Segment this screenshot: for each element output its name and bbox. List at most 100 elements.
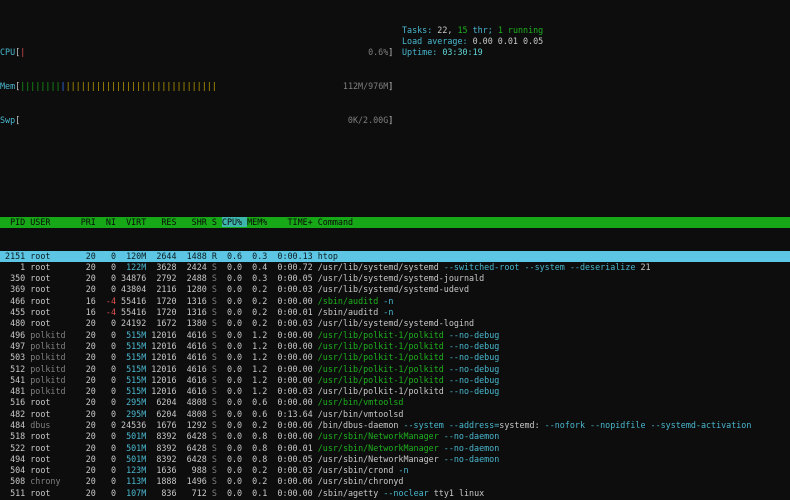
nice-cell: 0: [100, 442, 122, 453]
state-cell: S: [211, 386, 222, 397]
process-row[interactable]: 466 root 16 -4 55416 1720 1316 S 0.0 0.2…: [0, 296, 790, 307]
command-cell: /usr/lib/polkit-1/polkitd: [317, 374, 444, 385]
process-row[interactable]: 480 root 20 0 24192 1672 1380 S 0.0 0.2 …: [0, 318, 790, 329]
process-row[interactable]: 518 root 20 0 501M 8392 6428 S 0.0 0.8 0…: [0, 431, 790, 442]
res-cell: 6204: [151, 408, 182, 419]
process-row[interactable]: 496 polkitd 20 0 515M 12016 4616 S 0.0 1…: [0, 330, 790, 341]
pid-cell: 504: [0, 465, 31, 476]
res-cell: 2792: [151, 273, 182, 284]
column-header-s[interactable]: S: [212, 217, 222, 227]
process-row[interactable]: 504 root 20 0 123M 1636 988 S 0.0 0.2 0:…: [0, 465, 790, 476]
priority-cell: 20: [80, 476, 101, 487]
shr-cell: 988: [181, 465, 212, 476]
state-cell: S: [211, 453, 222, 464]
shr-cell: 1280: [181, 284, 212, 295]
command-cell: systemd:: [499, 419, 540, 430]
time-cell: 0:00.72: [272, 261, 318, 272]
shr-cell: 6428: [181, 453, 212, 464]
process-row[interactable]: 481 polkitd 20 0 515M 12016 4616 S 0.0 1…: [0, 386, 790, 397]
column-header-pri[interactable]: PRI: [81, 217, 101, 227]
mem-percent-cell: 0.2: [247, 307, 273, 318]
time-cell: 0:00.00: [272, 352, 318, 363]
res-cell: 6204: [151, 397, 182, 408]
cpu-meter-value: 0.6%: [25, 47, 389, 58]
process-row[interactable]: 455 root 16 -4 55416 1720 1316 S 0.0 0.2…: [0, 307, 790, 318]
column-header-mem[interactable]: MEM%: [247, 217, 272, 227]
process-row[interactable]: 2151 root 20 0 120M 2644 1488 R 0.6 0.3 …: [0, 250, 790, 262]
virt-cell: 295M: [121, 397, 152, 408]
command-cell: /sbin/auditd: [317, 307, 379, 318]
process-row[interactable]: 494 root 20 0 501M 8392 6428 S 0.0 0.8 0…: [0, 454, 790, 465]
column-header-command[interactable]: Command: [318, 217, 353, 227]
user-cell: root: [30, 273, 81, 284]
time-cell: 0:00.00: [272, 397, 318, 408]
process-row[interactable]: 369 root 20 0 43804 2116 1280 S 0.0 0.2 …: [0, 284, 790, 295]
user-cell: root: [30, 250, 81, 261]
column-header-cpu[interactable]: CPU%: [221, 216, 248, 227]
command-cell: --no-daemon: [438, 453, 500, 464]
command-cell: /usr/sbin/NetworkManager: [317, 442, 439, 453]
virt-cell: 120M: [121, 250, 152, 261]
cpu-percent-cell: 0.6: [221, 250, 248, 261]
process-row[interactable]: 1 root 20 0 122M 3628 2424 S 0.0 0.4 0:0…: [0, 262, 790, 273]
time-cell: 0:13.64: [272, 408, 318, 419]
priority-cell: 16: [80, 307, 101, 318]
res-cell: 12016: [151, 363, 182, 374]
time-cell: 0:00.00: [272, 329, 318, 340]
process-row[interactable]: 511 root 20 0 107M 836 712 S 0.0 0.1 0:0…: [0, 488, 790, 499]
process-row[interactable]: 503 polkitd 20 0 515M 12016 4616 S 0.0 1…: [0, 352, 790, 363]
mem-percent-cell: 1.2: [247, 363, 273, 374]
user-cell: polkitd: [30, 329, 81, 340]
res-cell: 12016: [151, 329, 182, 340]
process-row[interactable]: 350 root 20 0 34876 2792 2488 S 0.0 0.3 …: [0, 273, 790, 284]
process-row[interactable]: 516 root 20 0 295M 6204 4808 S 0.0 0.6 0…: [0, 397, 790, 408]
virt-cell: 515M: [121, 386, 152, 397]
process-row[interactable]: 541 polkitd 20 0 515M 12016 4616 S 0.0 1…: [0, 375, 790, 386]
user-cell: root: [30, 431, 81, 442]
column-header-res[interactable]: RES: [151, 217, 181, 227]
process-row[interactable]: 484 dbus 20 0 24536 1676 1292 S 0.0 0.2 …: [0, 420, 790, 431]
pid-cell: 482: [0, 408, 31, 419]
user-cell: polkitd: [30, 352, 81, 363]
cpu-percent-cell: 0.0: [221, 397, 248, 408]
res-cell: 1676: [151, 419, 182, 430]
virt-cell: 43804: [121, 284, 152, 295]
mem-percent-cell: 0.4: [247, 261, 273, 272]
pid-cell: 508: [0, 476, 31, 487]
user-cell: root: [30, 261, 81, 272]
priority-cell: 20: [80, 340, 101, 351]
user-cell: root: [30, 453, 81, 464]
column-header-virt[interactable]: VIRT: [121, 217, 151, 227]
mem-percent-cell: 0.2: [247, 318, 273, 329]
process-row[interactable]: 482 root 20 0 295M 6204 4808 S 0.0 0.6 0…: [0, 409, 790, 420]
command-cell: /usr/lib/polkit-1/polkitd: [317, 329, 444, 340]
command-cell: --no-debug: [443, 386, 500, 397]
uptime: Uptime: 03:30:19: [402, 47, 543, 58]
priority-cell: 20: [80, 419, 101, 430]
user-cell: chrony: [30, 476, 81, 487]
cpu-percent-cell: 0.0: [221, 487, 248, 498]
virt-cell: 295M: [121, 408, 152, 419]
column-header-user[interactable]: USER: [30, 217, 80, 227]
priority-cell: 20: [80, 329, 101, 340]
time-cell: 0:00.05: [272, 453, 318, 464]
meter-ticks-green: ||||||||: [20, 81, 61, 92]
virt-cell: 501M: [121, 442, 152, 453]
column-header-ni[interactable]: NI: [101, 217, 121, 227]
pid-cell: 466: [0, 295, 31, 306]
column-header-shr[interactable]: SHR: [182, 217, 212, 227]
column-header-time[interactable]: TIME+: [272, 217, 317, 227]
pid-cell: 511: [0, 487, 31, 498]
process-row[interactable]: 522 root 20 0 501M 8392 6428 S 0.0 0.8 0…: [0, 443, 790, 454]
column-header-pid[interactable]: PID: [0, 217, 30, 227]
process-row[interactable]: 512 polkitd 20 0 515M 12016 4616 S 0.0 1…: [0, 364, 790, 375]
state-cell: S: [211, 397, 222, 408]
load-average-segment: Load average:: [402, 35, 473, 46]
process-row[interactable]: 497 polkitd 20 0 515M 12016 4616 S 0.0 1…: [0, 341, 790, 352]
meter-bracket-close: ]: [388, 47, 394, 58]
command-cell: -n: [393, 465, 409, 476]
tasks-summary-segment: thr;: [467, 24, 498, 35]
meter-bracket-close: ]: [388, 114, 394, 125]
res-cell: 8392: [151, 431, 182, 442]
process-row[interactable]: 508 chrony 20 0 113M 1888 1496 S 0.0 0.2…: [0, 476, 790, 487]
